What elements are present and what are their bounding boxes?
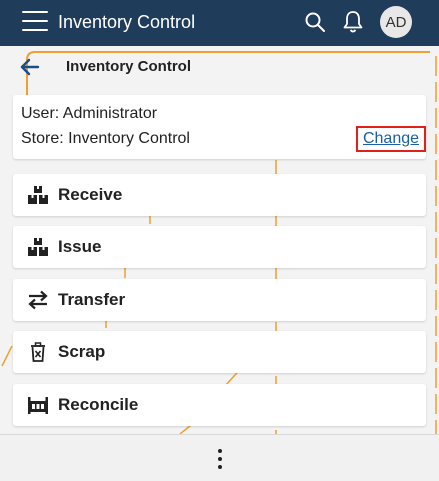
bell-icon[interactable]: [341, 9, 365, 35]
menu-item-scrap[interactable]: Scrap: [13, 331, 426, 373]
user-label: User: Administrator: [21, 105, 158, 122]
search-icon[interactable]: [303, 10, 327, 34]
more-vertical-icon[interactable]: [210, 449, 230, 471]
reconcile-icon: [28, 397, 48, 414]
menu-item-label: Receive: [58, 185, 123, 204]
back-arrow-icon[interactable]: [18, 56, 42, 78]
transfer-arrows-icon: [28, 290, 48, 310]
boxes-icon: [28, 238, 48, 256]
menu-item-receive[interactable]: Receive: [13, 174, 426, 216]
menu-icon[interactable]: [22, 11, 48, 33]
menu-item-label: Issue: [58, 237, 102, 256]
store-label: Store: Inventory Control: [21, 130, 190, 147]
app-title: Inventory Control: [58, 12, 196, 32]
page-title: Inventory Control: [66, 58, 192, 75]
menu-item-label: Scrap: [58, 342, 106, 361]
menu-item-transfer[interactable]: Transfer: [13, 279, 426, 321]
store-info-card: User: Administrator Store: Inventory Con…: [13, 95, 426, 159]
bottom-bar: [0, 434, 439, 481]
app-bar: Inventory Control AD: [0, 0, 439, 46]
change-store-link[interactable]: Change: [356, 126, 426, 152]
avatar[interactable]: AD: [380, 6, 412, 38]
menu-item-issue[interactable]: Issue: [13, 226, 426, 268]
menu-item-reconcile[interactable]: Reconcile: [13, 384, 426, 426]
boxes-icon: [28, 186, 48, 204]
menu-item-label: Transfer: [58, 290, 126, 309]
menu-item-label: Reconcile: [58, 395, 139, 414]
trash-icon: [31, 342, 45, 362]
